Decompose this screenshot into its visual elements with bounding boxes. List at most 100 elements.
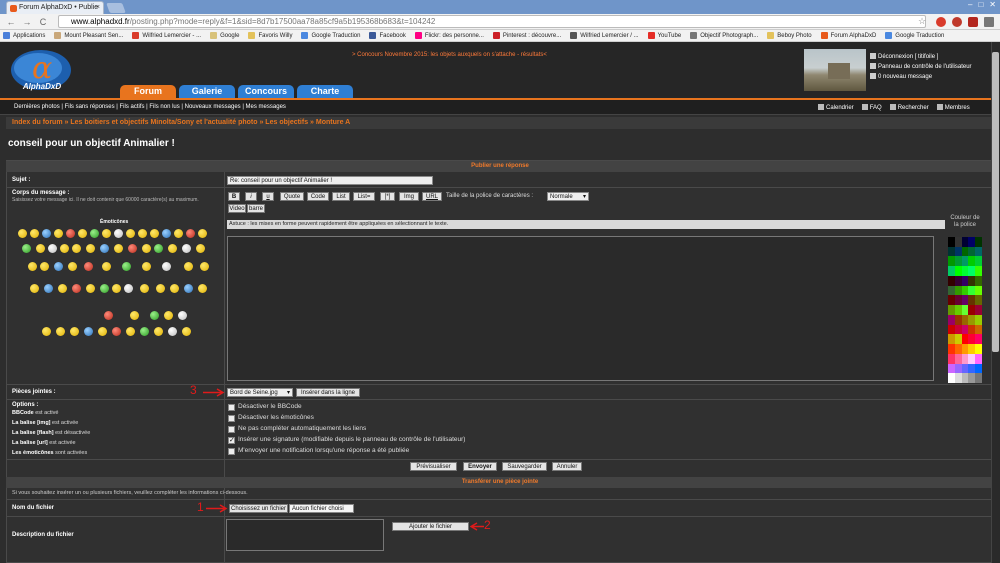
- smiley-icon[interactable]: [98, 327, 107, 336]
- search-link[interactable]: Rechercher: [889, 104, 929, 111]
- color-swatch[interactable]: [954, 275, 962, 286]
- color-swatch[interactable]: [968, 285, 976, 296]
- cancel-button[interactable]: Annuler: [552, 462, 582, 471]
- smiley-icon[interactable]: [140, 284, 149, 293]
- bookmark-item[interactable]: Facebook: [369, 32, 406, 39]
- smiley-icon[interactable]: [162, 229, 171, 238]
- smiley-icon[interactable]: [130, 311, 139, 320]
- smiley-icon[interactable]: [58, 284, 67, 293]
- color-swatch[interactable]: [948, 373, 955, 383]
- scrollbar-thumb[interactable]: [992, 52, 999, 352]
- smiley-icon[interactable]: [102, 229, 111, 238]
- color-swatch[interactable]: [954, 246, 962, 257]
- message-textarea[interactable]: [227, 236, 934, 381]
- url-bar[interactable]: www.alphadxd.fr/posting.php?mode=reply&f…: [58, 15, 926, 28]
- underline-button[interactable]: u: [262, 192, 274, 201]
- image-button[interactable]: Img: [399, 192, 419, 201]
- smiley-icon[interactable]: [86, 244, 95, 253]
- smiley-icon[interactable]: [100, 244, 109, 253]
- color-swatch[interactable]: [954, 353, 962, 364]
- extension-icon[interactable]: [936, 17, 946, 27]
- smiley-icon[interactable]: [178, 311, 187, 320]
- smiley-icon[interactable]: [154, 244, 163, 253]
- color-swatch[interactable]: [961, 324, 969, 335]
- color-swatch[interactable]: [975, 314, 982, 325]
- smiley-icon[interactable]: [112, 327, 121, 336]
- smiley-icon[interactable]: [54, 229, 63, 238]
- color-swatch[interactable]: [975, 237, 982, 247]
- color-swatch[interactable]: [968, 246, 976, 257]
- smiley-icon[interactable]: [184, 284, 193, 293]
- color-swatch[interactable]: [975, 285, 982, 296]
- color-swatch[interactable]: [954, 334, 962, 345]
- smiley-icon[interactable]: [162, 262, 171, 271]
- color-swatch[interactable]: [975, 353, 982, 364]
- members-link[interactable]: Membres: [936, 104, 970, 111]
- smiley-icon[interactable]: [104, 311, 113, 320]
- smiley-icon[interactable]: [142, 262, 151, 271]
- option-checkbox[interactable]: [228, 404, 235, 411]
- color-swatch[interactable]: [968, 373, 976, 383]
- bookmark-item[interactable]: Google: [210, 32, 239, 39]
- smiley-icon[interactable]: [28, 262, 37, 271]
- color-swatch[interactable]: [975, 324, 982, 335]
- bookmark-item[interactable]: YouTube: [647, 32, 681, 39]
- smiley-icon[interactable]: [112, 284, 121, 293]
- smiley-icon[interactable]: [84, 262, 93, 271]
- color-swatch[interactable]: [954, 324, 962, 335]
- color-swatch[interactable]: [948, 275, 955, 286]
- forward-icon[interactable]: →: [22, 17, 32, 27]
- color-swatch[interactable]: [961, 237, 969, 247]
- smiley-icon[interactable]: [156, 284, 165, 293]
- color-swatch[interactable]: [961, 246, 969, 257]
- quick-links[interactable]: Dernières photos | Fils sans réponses | …: [14, 104, 286, 110]
- color-swatch[interactable]: [975, 275, 982, 286]
- color-swatch[interactable]: [975, 256, 982, 267]
- pdf-extension-icon[interactable]: [968, 17, 978, 27]
- url-button[interactable]: URL: [422, 192, 442, 201]
- tab-close-icon[interactable]: ×: [96, 2, 100, 14]
- smiley-icon[interactable]: [66, 229, 75, 238]
- color-swatch[interactable]: [961, 305, 969, 315]
- smiley-icon[interactable]: [60, 244, 69, 253]
- smiley-icon[interactable]: [18, 229, 27, 238]
- color-swatch[interactable]: [948, 314, 955, 325]
- code-button[interactable]: Code: [307, 192, 329, 201]
- tab-forum[interactable]: Forum: [120, 85, 176, 98]
- breadcrumb[interactable]: Index du forum » Les boitiers et objecti…: [6, 117, 994, 129]
- list-button[interactable]: List: [332, 192, 350, 201]
- bookmark-item[interactable]: Forum AlphaDxD: [820, 32, 876, 39]
- smiley-icon[interactable]: [128, 244, 137, 253]
- option-checkbox[interactable]: [228, 415, 235, 422]
- smiley-icon[interactable]: [40, 262, 49, 271]
- bookmark-item[interactable]: Google Traduction: [885, 32, 944, 39]
- quote-button[interactable]: Quote: [280, 192, 304, 201]
- color-swatch[interactable]: [961, 373, 969, 383]
- option-checkbox[interactable]: [228, 448, 235, 455]
- smiley-icon[interactable]: [198, 229, 207, 238]
- smiley-icon[interactable]: [182, 327, 191, 336]
- user-panel-link[interactable]: Panneau de contrôle de l'utilisateur: [870, 63, 972, 70]
- list-ordered-button[interactable]: List=: [353, 192, 375, 201]
- reload-icon[interactable]: C: [38, 17, 48, 27]
- color-swatch[interactable]: [948, 324, 955, 335]
- color-swatch[interactable]: [968, 266, 976, 276]
- color-swatch[interactable]: [968, 305, 976, 315]
- tab-charte[interactable]: Charte: [297, 85, 353, 98]
- strike-button[interactable]: barre: [247, 204, 265, 213]
- smiley-icon[interactable]: [44, 284, 53, 293]
- bookmark-item[interactable]: Google Traduction: [301, 32, 360, 39]
- tab-galerie[interactable]: Galerie: [179, 85, 235, 98]
- bookmark-item[interactable]: Pinterest : découvre...: [492, 32, 561, 39]
- smiley-icon[interactable]: [86, 284, 95, 293]
- smiley-icon[interactable]: [150, 311, 159, 320]
- color-swatch[interactable]: [968, 237, 976, 247]
- tab-concours[interactable]: Concours: [238, 85, 294, 98]
- smiley-icon[interactable]: [184, 262, 193, 271]
- smiley-icon[interactable]: [174, 229, 183, 238]
- minimize-icon[interactable]: –: [968, 0, 972, 12]
- new-tab-button[interactable]: [106, 3, 126, 13]
- color-swatch[interactable]: [954, 314, 962, 325]
- color-swatch[interactable]: [968, 363, 976, 374]
- bookmark-item[interactable]: Favoris Willy: [248, 32, 292, 39]
